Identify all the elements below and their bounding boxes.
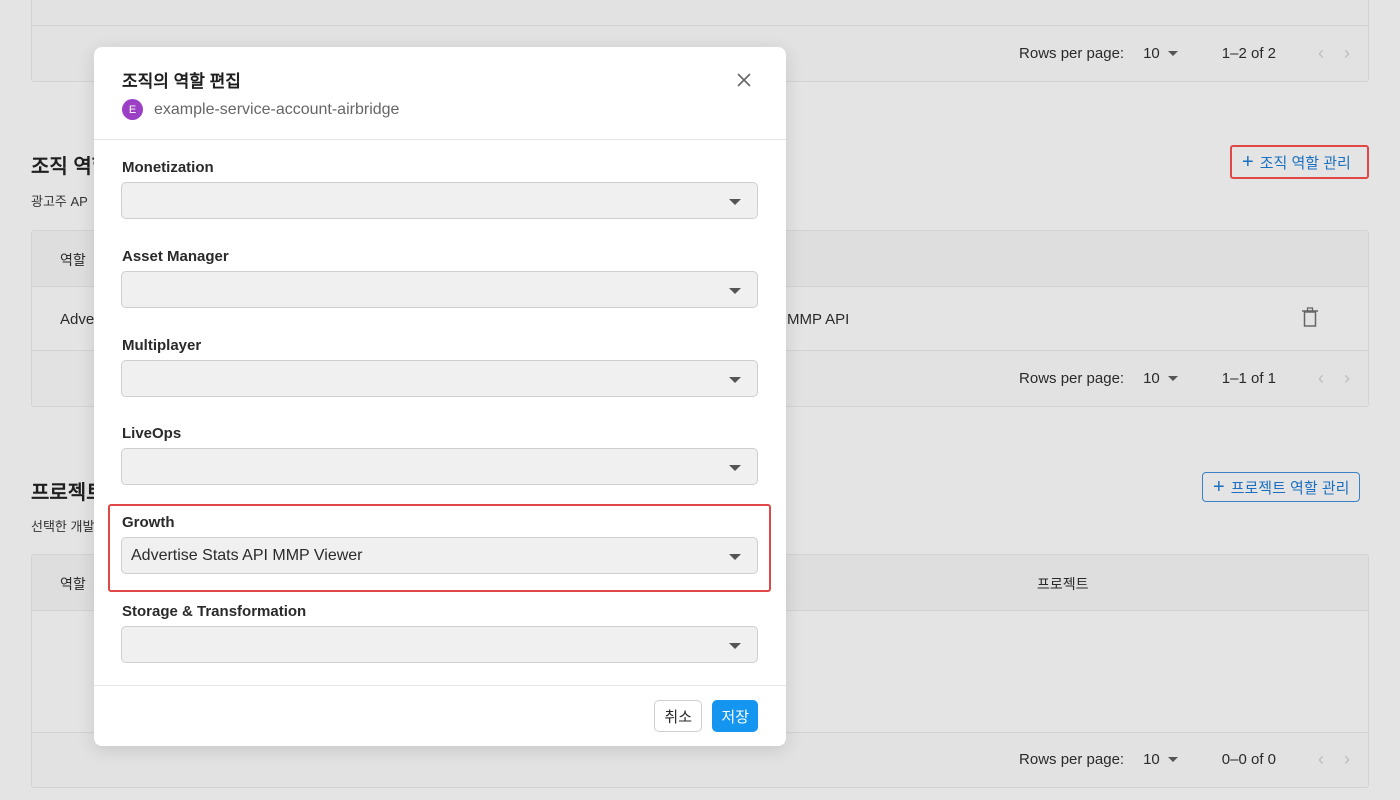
project-roles-description: 선택한 개발 xyxy=(31,519,95,534)
chevron-down-icon[interactable] xyxy=(1167,376,1178,381)
trash-icon[interactable] xyxy=(1302,307,1318,327)
rows-per-page-select[interactable]: 10 xyxy=(1143,45,1160,62)
next-page-button[interactable]: › xyxy=(1340,368,1354,389)
select-asset-manager[interactable] xyxy=(121,271,758,308)
field-label-liveops: LiveOps xyxy=(122,425,182,442)
field-label-storage-transformation: Storage & Transformation xyxy=(122,603,307,620)
field-label-growth: Growth xyxy=(122,514,175,531)
select-liveops[interactable] xyxy=(121,448,758,485)
rows-per-page-label: Rows per page: xyxy=(1019,370,1125,387)
select-multiplayer[interactable] xyxy=(121,360,758,397)
page-range: 1–2 of 2 xyxy=(1221,45,1276,62)
rows-per-page-label: Rows per page: xyxy=(1019,45,1125,62)
column-header-role: 역할 xyxy=(60,252,86,268)
chevron-down-icon xyxy=(729,199,741,205)
select-value: Advertise Stats API MMP Viewer xyxy=(131,546,363,564)
field-label-multiplayer: Multiplayer xyxy=(122,337,202,354)
chevron-down-icon[interactable] xyxy=(1167,757,1178,762)
chevron-down-icon xyxy=(729,643,741,649)
dialog-header: 조직의 역할 편집 E example-service-account-airb… xyxy=(94,47,786,140)
dialog-footer: 취소 저장 xyxy=(94,685,786,746)
prev-page-button[interactable]: ‹ xyxy=(1314,749,1328,770)
chevron-down-icon xyxy=(729,288,741,294)
field-label-monetization: Monetization xyxy=(122,159,214,176)
chevron-down-icon[interactable] xyxy=(1167,51,1178,56)
rows-per-page-select[interactable]: 10 xyxy=(1143,751,1160,768)
account-name: example-service-account-airbridge xyxy=(154,100,400,118)
manage-project-roles-label: 프로젝트 역할 관리 xyxy=(1230,479,1350,497)
prev-page-button[interactable]: ‹ xyxy=(1314,368,1328,389)
page-range: 1–1 of 1 xyxy=(1221,370,1276,387)
next-page-button[interactable]: › xyxy=(1340,749,1354,770)
dialog-title: 조직의 역할 편집 xyxy=(122,72,241,91)
select-growth[interactable]: Advertise Stats API MMP Viewer xyxy=(121,537,758,574)
chevron-down-icon xyxy=(729,465,741,471)
next-page-button[interactable]: › xyxy=(1340,43,1354,64)
plus-icon: + xyxy=(1213,476,1225,498)
pagination: Rows per page: 10 0–0 of 0 ‹ › xyxy=(1019,732,1354,787)
manage-org-roles-button[interactable]: + 조직 역할 관리 xyxy=(1230,145,1369,179)
chevron-down-icon xyxy=(729,554,741,560)
rows-per-page-label: Rows per page: xyxy=(1019,751,1125,768)
edit-org-roles-dialog: 조직의 역할 편집 E example-service-account-airb… xyxy=(94,47,786,746)
row-description: MMP API xyxy=(787,311,850,328)
account-info: E example-service-account-airbridge xyxy=(122,99,399,120)
pagination: Rows per page: 10 1–2 of 2 ‹ › xyxy=(1019,26,1354,81)
row-role: Adve xyxy=(60,311,95,328)
org-roles-description: 광고주 AP xyxy=(31,194,88,209)
manage-project-roles-button[interactable]: + 프로젝트 역할 관리 xyxy=(1202,472,1361,502)
select-monetization[interactable] xyxy=(121,182,758,219)
manage-org-roles-label: 조직 역할 관리 xyxy=(1259,154,1351,172)
cancel-button[interactable]: 취소 xyxy=(654,700,702,732)
field-label-asset-manager: Asset Manager xyxy=(122,248,229,265)
plus-icon: + xyxy=(1242,151,1254,173)
column-header-role: 역할 xyxy=(60,576,86,592)
pagination: Rows per page: 10 1–1 of 1 ‹ › xyxy=(1019,351,1354,406)
column-header-project: 프로젝트 xyxy=(1037,576,1089,592)
avatar: E xyxy=(122,99,143,120)
select-storage-transformation[interactable] xyxy=(121,626,758,663)
prev-page-button[interactable]: ‹ xyxy=(1314,43,1328,64)
page-range: 0–0 of 0 xyxy=(1221,751,1276,768)
close-icon[interactable] xyxy=(734,70,754,90)
chevron-down-icon xyxy=(729,377,741,383)
rows-per-page-select[interactable]: 10 xyxy=(1143,370,1160,387)
save-button[interactable]: 저장 xyxy=(712,700,758,732)
